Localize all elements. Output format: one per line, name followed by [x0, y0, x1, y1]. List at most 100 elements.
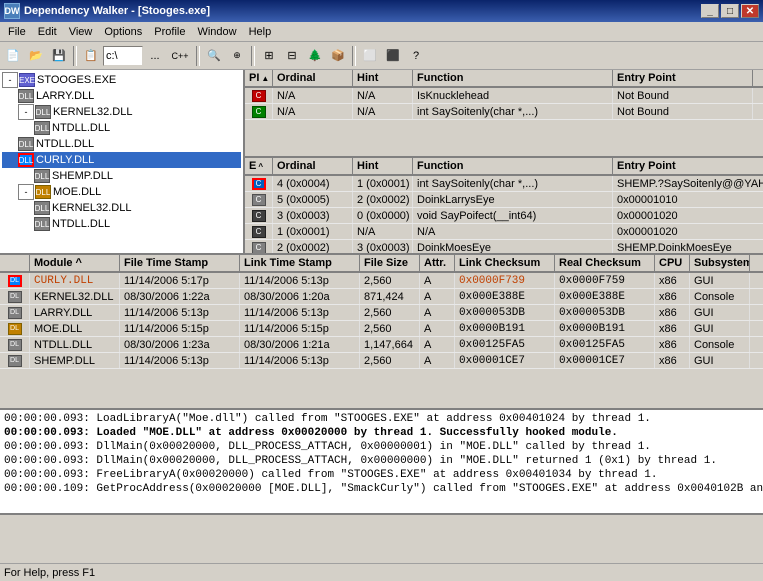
module-row-shemp[interactable]: DL SHEMP.DLL 11/14/2006 5:13p 11/14/2006…	[0, 353, 763, 369]
module-cell-cpu-shemp: x86	[655, 353, 690, 368]
menu-file[interactable]: File	[2, 25, 32, 39]
module-cell-file-ts-kernel32: 08/30/2006 1:22a	[120, 289, 240, 304]
module-list-body: DL CURLY.DLL 11/14/2006 5:17p 11/14/2006…	[0, 273, 763, 410]
copy2-button[interactable]: ⬜	[359, 45, 381, 67]
module-icon-larry: DL	[0, 305, 30, 320]
module-col-size[interactable]: File Size	[360, 255, 420, 271]
import-row-1[interactable]: C N/A N/A IsKnucklehead Not Bound	[245, 88, 763, 104]
export-col-e[interactable]: E^	[245, 158, 273, 174]
cpp-button[interactable]: C++	[167, 45, 193, 67]
copy-button[interactable]: 📋	[80, 45, 102, 67]
export-col-entry[interactable]: Entry Point	[613, 158, 763, 174]
module-icon-kernel32: DL	[0, 289, 30, 304]
tree-item-curly[interactable]: DLL CURLY.DLL	[2, 152, 241, 168]
tree-item-shemp[interactable]: DLL SHEMP.DLL	[2, 168, 241, 184]
right-panels: PI▲ Ordinal Hint Function Entry Point C …	[245, 70, 763, 253]
status-text: For Help, press F1	[4, 567, 95, 579]
export-cell-ordinal-2: 5 (0x0005)	[273, 192, 353, 207]
export-cell-fn-5: DoinkMoesEye	[413, 240, 613, 253]
module-button[interactable]: 📦	[327, 45, 349, 67]
import-col-pi[interactable]: PI▲	[245, 70, 273, 86]
module-row-curly[interactable]: DL CURLY.DLL 11/14/2006 5:17p 11/14/2006…	[0, 273, 763, 289]
module-col-sub[interactable]: Subsystem	[690, 255, 750, 271]
import-col-function[interactable]: Function	[413, 70, 613, 86]
log-line-2: 00:00:00.093: Loaded "MOE.DLL" at addres…	[4, 426, 759, 440]
path-input[interactable]	[103, 46, 143, 66]
import-row-2[interactable]: C N/A N/A int SaySoitenly(char *,...) No…	[245, 104, 763, 120]
export-row-5[interactable]: C 2 (0x0002) 3 (0x0003) DoinkMoesEye SHE…	[245, 240, 763, 253]
curly-module-icon: DL	[8, 275, 22, 287]
module-row-kernel32[interactable]: DL KERNEL32.DLL 08/30/2006 1:22a 08/30/2…	[0, 289, 763, 305]
expand-moe[interactable]: -	[18, 184, 34, 200]
tree-item-larry[interactable]: DLL LARRY.DLL	[2, 88, 241, 104]
module-cell-name-moe: MOE.DLL	[30, 321, 120, 336]
module-col-link-chk[interactable]: Link Checksum	[455, 255, 555, 271]
export-row-1[interactable]: C 4 (0x0004) 1 (0x0001) int SaySoitenly(…	[245, 176, 763, 192]
menu-profile[interactable]: Profile	[148, 25, 191, 39]
module-cell-lchk-kernel32: 0x000E388E	[455, 289, 555, 304]
import-cell-ordinal-1: N/A	[273, 88, 353, 103]
module-row-ntdll[interactable]: DL NTDLL.DLL 08/30/2006 1:23a 08/30/2006…	[0, 337, 763, 353]
export-cell-fn-2: DoinkLarrysEye	[413, 192, 613, 207]
module-col-icon[interactable]	[0, 255, 30, 271]
import-col-ordinal[interactable]: Ordinal	[273, 70, 353, 86]
module-cell-sub-curly: GUI	[690, 273, 750, 288]
find2-button[interactable]: ⊕	[226, 45, 248, 67]
menu-help[interactable]: Help	[243, 25, 278, 39]
menu-options[interactable]: Options	[98, 25, 148, 39]
module-row-larry[interactable]: DL LARRY.DLL 11/14/2006 5:13p 11/14/2006…	[0, 305, 763, 321]
export-cell-entry-2: 0x00001010	[613, 192, 763, 207]
module-icon-moe: DL	[0, 321, 30, 336]
paste-button[interactable]: ⬛	[382, 45, 404, 67]
module-col-file-ts[interactable]: File Time Stamp	[120, 255, 240, 271]
tree-label-curly: CURLY.DLL	[36, 154, 94, 166]
module-col-real-chk[interactable]: Real Checksum	[555, 255, 655, 271]
module-cell-lchk-larry: 0x000053DB	[455, 305, 555, 320]
maximize-button[interactable]: □	[721, 4, 739, 18]
export-col-hint[interactable]: Hint	[353, 158, 413, 174]
tree-item-ntdll-1[interactable]: DLL NTDLL.DLL	[2, 120, 241, 136]
module-row-moe[interactable]: DL MOE.DLL 11/14/2006 5:15p 11/14/2006 5…	[0, 321, 763, 337]
find-button[interactable]: 🔍	[203, 45, 225, 67]
menu-edit[interactable]: Edit	[32, 25, 63, 39]
import-col-entry[interactable]: Entry Point	[613, 70, 753, 86]
expand-stooges[interactable]: -	[2, 72, 18, 88]
collapse-button[interactable]: ⊟	[281, 45, 303, 67]
help-button[interactable]: ?	[405, 45, 427, 67]
tree-item-ntdll-2[interactable]: DLL NTDLL.DLL	[2, 136, 241, 152]
tree-item-kernel32-1[interactable]: - DLL KERNEL32.DLL	[2, 104, 241, 120]
export-panel: E^ Ordinal Hint Function Entry Point C 4…	[245, 158, 763, 253]
toolbar-sep-4	[352, 46, 356, 66]
tree-item-ntdll-3[interactable]: DLL NTDLL.DLL	[2, 216, 241, 232]
menu-window[interactable]: Window	[191, 25, 242, 39]
menu-view[interactable]: View	[63, 25, 99, 39]
new-button[interactable]: 📄	[2, 45, 24, 67]
open-button[interactable]: 📂	[25, 45, 47, 67]
close-button[interactable]: ✕	[741, 4, 759, 18]
module-col-attr[interactable]: Attr.	[420, 255, 455, 271]
module-cell-sub-larry: GUI	[690, 305, 750, 320]
dll-icon-ntdll-3: DLL	[34, 217, 50, 231]
export-col-ordinal[interactable]: Ordinal	[273, 158, 353, 174]
minimize-button[interactable]: _	[701, 4, 719, 18]
import-col-hint[interactable]: Hint	[353, 70, 413, 86]
module-col-link-ts[interactable]: Link Time Stamp	[240, 255, 360, 271]
tree-item-kernel32-2[interactable]: DLL KERNEL32.DLL	[2, 200, 241, 216]
module-col-cpu[interactable]: CPU	[655, 255, 690, 271]
export-row-3[interactable]: C 3 (0x0003) 0 (0x0000) void SayPoifect(…	[245, 208, 763, 224]
top-area: - EXE STOOGES.EXE DLL LARRY.DLL - DLL KE…	[0, 70, 763, 255]
expand-kernel32[interactable]: -	[18, 104, 34, 120]
export-row-2[interactable]: C 5 (0x0005) 2 (0x0002) DoinkLarrysEye 0…	[245, 192, 763, 208]
export-row-4[interactable]: C 1 (0x0001) N/A N/A 0x00001020	[245, 224, 763, 240]
tree-item-moe[interactable]: - DLL MOE.DLL	[2, 184, 241, 200]
module-col-name[interactable]: Module ^	[30, 255, 120, 271]
expand-button[interactable]: ⊞	[258, 45, 280, 67]
log-line-1: 00:00:00.093: LoadLibraryA("Moe.dll") ca…	[4, 412, 759, 426]
tree-button[interactable]: 🌲	[304, 45, 326, 67]
browse-button[interactable]: ...	[144, 45, 166, 67]
export-col-function[interactable]: Function	[413, 158, 613, 174]
save-button[interactable]: 💾	[48, 45, 70, 67]
pi-green-icon: C	[252, 106, 266, 118]
module-cell-rchk-kernel32: 0x000E388E	[555, 289, 655, 304]
tree-item-stooges[interactable]: - EXE STOOGES.EXE	[2, 72, 241, 88]
